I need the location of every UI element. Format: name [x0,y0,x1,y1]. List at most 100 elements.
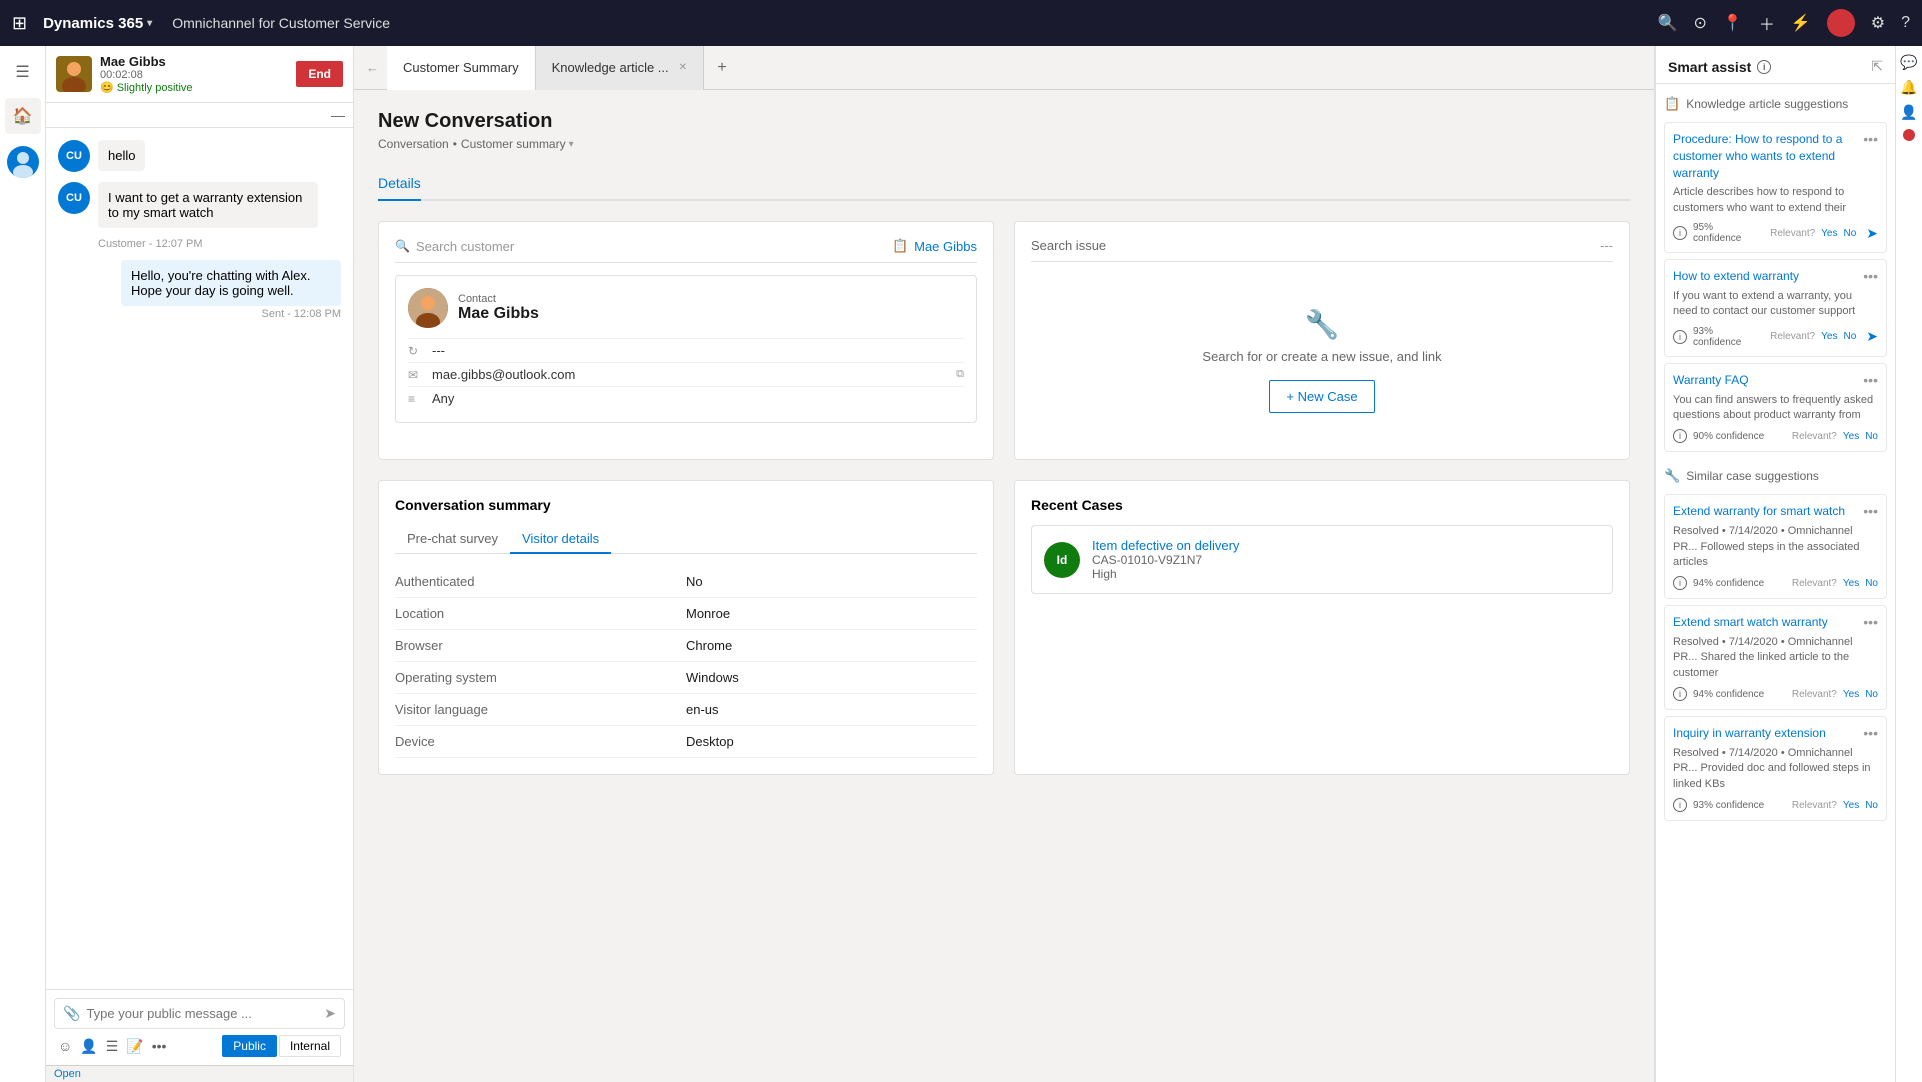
tab-customer-summary[interactable]: Customer Summary [387,46,536,90]
ka-item-1-title[interactable]: Procedure: How to respond to a customer … [1673,131,1863,181]
more-icon[interactable]: ••• [152,1038,167,1054]
send-icon[interactable]: ➤ [324,1005,336,1022]
summary-tab-visitor[interactable]: Visitor details [510,525,611,554]
similar-item-2-menu-icon[interactable]: ••• [1863,614,1878,630]
chat-message-3: Hello, you're chatting with Alex. Hope y… [58,260,341,320]
breadcrumb-part1[interactable]: Conversation [378,137,449,151]
end-conversation-button[interactable]: End [296,61,343,87]
waffle-menu-icon[interactable]: ⊞ [12,13,27,34]
section-tab-details[interactable]: Details [378,167,421,201]
person-icon[interactable]: 👤 [80,1038,97,1055]
ka-item-1-menu-icon[interactable]: ••• [1863,131,1878,147]
sa-icon-chat[interactable]: 💬 [1900,54,1917,71]
breadcrumb-chevron-icon: ▾ [569,139,574,150]
similar-item-2-title[interactable]: Extend smart watch warranty [1673,614,1863,631]
tab-add-button[interactable]: + [704,46,740,90]
case-avatar-1: Id [1044,542,1080,578]
ka-item-3-yes[interactable]: Yes [1843,431,1859,442]
tab-knowledge-article-label: Knowledge article ... [552,60,669,75]
attachment-icon[interactable]: 📎 [63,1005,80,1022]
user-avatar[interactable] [1827,9,1855,37]
help-icon[interactable]: ? [1901,14,1910,32]
similar-item-3-title[interactable]: Inquiry in warranty extension [1673,725,1863,742]
ka-item-1-send-icon[interactable]: ➤ [1866,225,1878,242]
breadcrumb-separator: • [453,137,457,151]
tab-knowledge-article[interactable]: Knowledge article ... ✕ [536,46,704,90]
smart-assist-title: Smart assist i [1668,59,1771,75]
settings-icon[interactable]: ⚙ [1871,13,1885,33]
copy-email-icon[interactable]: ⧉ [956,368,964,381]
similar-item-1-title[interactable]: Extend warranty for smart watch [1673,503,1863,520]
list-icon[interactable]: ☰ [106,1038,119,1055]
ka-item-1-no[interactable]: No [1843,228,1856,239]
chat-input-field[interactable] [86,1006,318,1021]
contact-detail-3: ≡ Any [408,386,964,410]
similar-item-1-menu-icon[interactable]: ••• [1863,503,1878,519]
sa-icon-bell[interactable]: 🔔 [1900,79,1917,96]
ka-item-2-no[interactable]: No [1843,331,1856,342]
minimize-icon[interactable]: — [331,107,345,123]
ka-item-3-no[interactable]: No [1865,431,1878,442]
tab-public-button[interactable]: Public [222,1035,277,1057]
agent-text-1: Hello, you're chatting with Alex. Hope y… [121,260,341,306]
similar-item-2-yes[interactable]: Yes [1843,689,1859,700]
customer-link[interactable]: Mae Gibbs [914,239,977,254]
conv-timer: 00:02:08 [100,69,288,81]
ka-item-2-info-icon: i [1673,330,1687,344]
section-tabs: Details [378,167,1630,201]
detail-label-location: Location [395,606,686,621]
sidebar-user-avatar[interactable] [7,146,39,178]
tab-close-icon[interactable]: ✕ [679,62,687,73]
ka-item-1-yes[interactable]: Yes [1821,228,1837,239]
contact-email-value[interactable]: mae.gibbs@outlook.com [432,367,575,382]
main-content-inner: New Conversation Conversation • Customer… [354,90,1654,1082]
ka-item-3-title[interactable]: Warranty FAQ [1673,372,1863,389]
similar-item-1-yes[interactable]: Yes [1843,578,1859,589]
similar-item-3-no[interactable]: No [1865,800,1878,811]
ka-item-3-footer: i 90% confidence Relevant? Yes No [1673,429,1878,443]
case-item-1[interactable]: Id Item defective on delivery CAS-01010-… [1031,525,1613,594]
ka-item-3: Warranty FAQ ••• You can find answers to… [1664,363,1887,453]
ka-item-2-menu-icon[interactable]: ••• [1863,268,1878,284]
add-icon[interactable]: ＋ [1759,11,1775,35]
ka-item-2-send-icon[interactable]: ➤ [1866,328,1878,345]
similar-item-3-yes[interactable]: Yes [1843,800,1859,811]
new-case-button[interactable]: + New Case [1269,380,1374,413]
similar-item-3-menu-icon[interactable]: ••• [1863,725,1878,741]
breadcrumb-part2[interactable]: Customer summary ▾ [461,137,574,151]
conv-agent-name: Mae Gibbs [100,54,288,69]
sa-expand-icon[interactable]: ⇱ [1871,58,1883,75]
ka-item-2-title[interactable]: How to extend warranty [1673,268,1863,285]
case-avatar-initials: Id [1057,553,1068,567]
ka-item-2-yes[interactable]: Yes [1821,331,1837,342]
sa-icon-person[interactable]: 👤 [1900,104,1917,121]
search-icon[interactable]: 🔍 [1658,13,1678,33]
filter-icon[interactable]: ⚡ [1791,13,1811,33]
emoji-icon[interactable]: ☺ [58,1038,72,1054]
sidebar-home-icon[interactable]: 🏠 [5,98,41,134]
detail-value-auth: No [686,574,977,589]
info-icon[interactable]: i [1757,60,1771,74]
open-bar[interactable]: Open [46,1065,353,1082]
chat-tab-buttons: Public Internal [222,1035,341,1057]
brand-chevron-icon[interactable]: ▾ [147,18,152,29]
similar-item-2-no[interactable]: No [1865,689,1878,700]
tab-internal-button[interactable]: Internal [279,1035,341,1057]
ka-item-3-menu-icon[interactable]: ••• [1863,372,1878,388]
similar-item-1-no[interactable]: No [1865,578,1878,589]
circle-icon[interactable]: ⊙ [1693,13,1706,33]
case-title[interactable]: Item defective on delivery [1092,538,1239,553]
detail-value-os: Windows [686,670,977,685]
back-nav-arrow[interactable]: ← [358,46,387,90]
sidebar-hamburger-icon[interactable]: ☰ [5,54,41,90]
location-icon[interactable]: 📍 [1723,13,1743,33]
issue-search-dots: --- [1600,238,1613,253]
notes-icon[interactable]: 📝 [126,1038,143,1055]
similar-item-2-info-icon: i [1673,687,1687,701]
summary-tab-prechat[interactable]: Pre-chat survey [395,525,510,554]
main-layout: ☰ 🏠 Mae Gibbs 00:02:08 😊 Slightly positi… [0,46,1922,1082]
conv-header: Mae Gibbs 00:02:08 😊 Slightly positive E… [46,46,353,103]
detail-value-browser: Chrome [686,638,977,653]
detail-row-browser: Browser Chrome [395,630,977,662]
similar-item-3-header: Inquiry in warranty extension ••• [1673,725,1878,742]
